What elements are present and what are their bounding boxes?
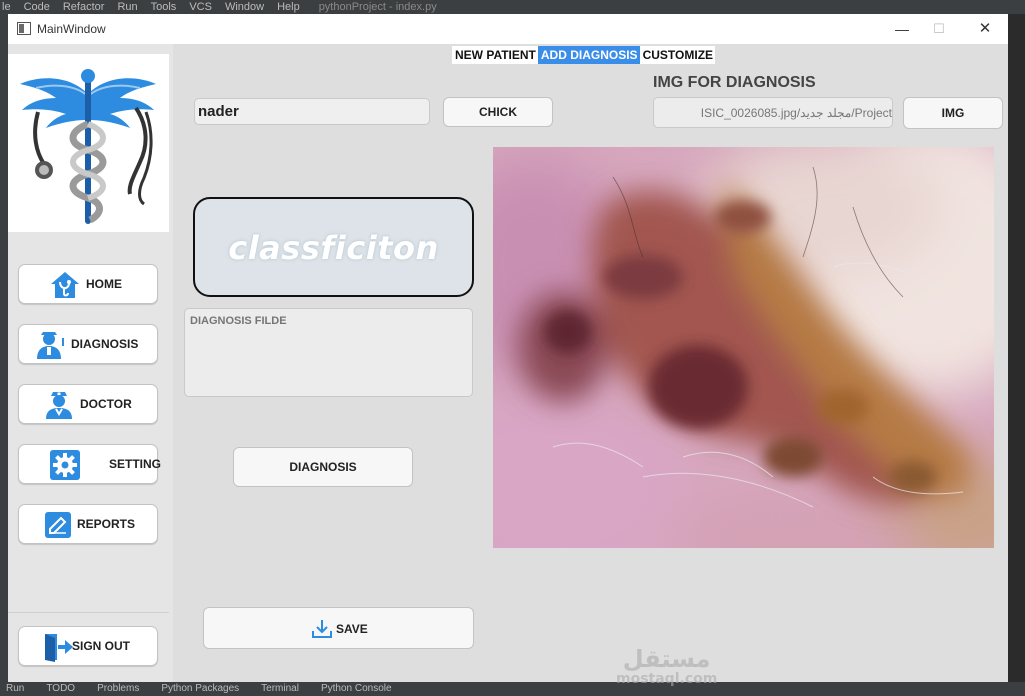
ide-menu-item[interactable]: Help (277, 1, 300, 13)
save-label: SAVE (336, 622, 368, 636)
ide-bottom-toolbar: Run TODO Problems Python Packages Terminal Py… (0, 682, 1025, 696)
edit-icon (45, 512, 71, 538)
sidebar: HOME DIAGNOSIS DOCTOR SETTING REPORTS SI… (8, 44, 173, 682)
ide-menu-item[interactable]: Refactor (63, 1, 105, 13)
ide-right-gutter (1008, 14, 1025, 682)
sidebar-item-label: DOCTOR (80, 397, 132, 411)
sidebar-divider (8, 612, 169, 613)
tab-bar: NEW PATIENT ADD DIAGNOSIS CUSTOMIZE (452, 46, 716, 64)
window-title: MainWindow (37, 22, 106, 36)
doctor-icon (37, 332, 64, 359)
ide-tool-tab[interactable]: Terminal (261, 683, 299, 694)
classification-display: classficiton (193, 197, 474, 297)
ide-tool-tab[interactable]: Problems (97, 683, 139, 694)
diagnosis-button[interactable]: DIAGNOSIS (233, 447, 413, 487)
doctor-icon (46, 392, 72, 419)
close-button[interactable]: ✕ (973, 19, 997, 39)
dermoscopy-image (493, 147, 994, 548)
maximize-button[interactable]: ☐ (927, 19, 951, 39)
img-button[interactable]: IMG (903, 97, 1003, 129)
ide-menu-item[interactable]: VCS (189, 1, 212, 13)
watermark-arabic: مستقل (622, 645, 711, 673)
patient-name-field[interactable] (194, 98, 430, 125)
home-stethoscope-icon (51, 272, 79, 298)
watermark-latin: mostaql.com (616, 671, 718, 687)
sidebar-item-diagnosis[interactable]: DIAGNOSIS (18, 324, 158, 364)
sidebar-item-label: SETTING (109, 457, 162, 471)
tab-customize[interactable]: CUSTOMIZE (640, 46, 715, 64)
ide-file-title: pythonProject - index.py (318, 1, 437, 13)
window-app-icon (17, 22, 31, 35)
ide-menu-item[interactable]: le (2, 1, 11, 13)
sidebar-item-doctor[interactable]: DOCTOR (18, 384, 158, 424)
main-window: MainWindow — ☐ ✕ HOME DIAGNOSIS DOCTOR S… (8, 14, 1008, 686)
minimize-button[interactable]: — (890, 19, 914, 39)
save-button[interactable]: SAVE (203, 607, 474, 649)
sidebar-item-label: HOME (86, 277, 122, 291)
sign-out-button[interactable]: SIGN OUT (18, 626, 158, 666)
sidebar-item-setting[interactable]: SETTING (18, 444, 162, 484)
sign-out-label: SIGN OUT (72, 639, 131, 653)
image-section-heading: IMG FOR DIAGNOSIS (653, 74, 816, 91)
main-panel: NEW PATIENT ADD DIAGNOSIS CUSTOMIZE CHIC… (173, 44, 1008, 686)
sidebar-item-label: DIAGNOSIS (71, 337, 139, 351)
classification-text: classficiton (228, 229, 439, 267)
ide-tool-tab[interactable]: Python Console (321, 683, 392, 694)
ide-menu-item[interactable]: Window (225, 1, 264, 13)
ide-tool-tab[interactable]: Python Packages (161, 683, 239, 694)
download-icon (312, 620, 332, 638)
sidebar-item-reports[interactable]: REPORTS (18, 504, 158, 544)
ide-menu-item[interactable]: Tools (151, 1, 177, 13)
title-bar: MainWindow — ☐ ✕ (8, 14, 1008, 44)
gear-icon (50, 450, 80, 480)
sign-out-icon (45, 634, 73, 662)
ide-menu-item[interactable]: Code (24, 1, 50, 13)
logo (8, 54, 169, 232)
caduceus-stethoscope-icon (20, 69, 156, 224)
sidebar-item-home[interactable]: HOME (18, 264, 158, 304)
watermark: مستقل mostaql.com (616, 646, 717, 686)
ide-tool-tab[interactable]: Run (6, 683, 24, 694)
tab-add-diagnosis[interactable]: ADD DIAGNOSIS (537, 46, 640, 64)
ide-menu-item[interactable]: Run (117, 1, 137, 13)
check-button[interactable]: CHICK (443, 97, 553, 127)
tab-new-patient[interactable]: NEW PATIENT (452, 46, 538, 64)
ide-tool-tab[interactable]: TODO (46, 683, 75, 694)
ide-left-gutter (0, 14, 8, 682)
lesion-image (493, 147, 994, 548)
ide-menu: le Code Refactor Run Tools VCS Window Help pytho… (2, 1, 450, 13)
diagnosis-field[interactable] (184, 308, 473, 397)
ide-menu-bar: le Code Refactor Run Tools VCS Window Help pytho… (0, 0, 1025, 14)
sidebar-item-label: REPORTS (77, 517, 136, 531)
image-path-field[interactable] (653, 97, 893, 128)
